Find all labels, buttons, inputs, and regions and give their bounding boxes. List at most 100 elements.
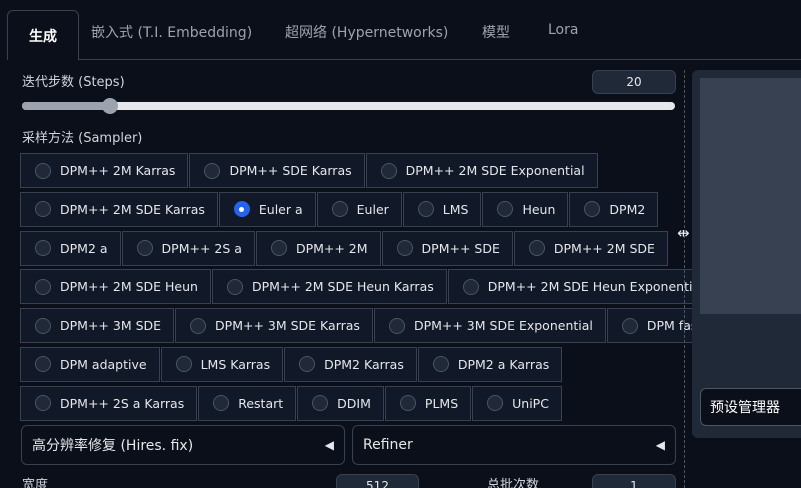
sampler-option[interactable]: DPM++ 2S a bbox=[121, 230, 255, 266]
tab-models[interactable]: 模型 bbox=[482, 22, 510, 42]
tab-generate[interactable]: 生成 bbox=[7, 10, 79, 60]
width-number-input[interactable]: 512 bbox=[336, 474, 419, 488]
sampler-option[interactable]: DPM2 a bbox=[20, 230, 121, 266]
steps-label: 迭代步数 (Steps) bbox=[22, 75, 125, 90]
sampler-option[interactable]: Restart bbox=[198, 385, 297, 421]
hires-fix-accordion[interactable]: 高分辨率修复 (Hires. fix) ◀ bbox=[21, 425, 345, 465]
radio-circle-icon[interactable] bbox=[396, 240, 413, 257]
radio-circle-icon[interactable] bbox=[399, 395, 416, 412]
radio-circle-icon[interactable] bbox=[226, 278, 243, 295]
sampler-option[interactable]: DPM++ SDE bbox=[381, 230, 513, 266]
steps-slider[interactable] bbox=[22, 98, 675, 114]
batch-count-number-input[interactable]: 1 bbox=[592, 474, 676, 488]
radio-circle-icon[interactable] bbox=[462, 278, 479, 295]
steps-slider-thumb[interactable] bbox=[102, 98, 119, 114]
preset-manager-button[interactable]: 预设管理器 bbox=[700, 388, 801, 426]
sampler-option[interactable]: DDIM bbox=[297, 385, 384, 421]
tab-bar: 生成 嵌入式 (T.I. Embedding) 超网络 (Hypernetwor… bbox=[0, 0, 801, 60]
sampler-option-label: DPM2 a Karras bbox=[457, 356, 550, 372]
radio-circle-icon[interactable] bbox=[213, 395, 230, 412]
sampler-option[interactable]: DPM2 a Karras bbox=[417, 346, 563, 382]
radio-circle-icon[interactable] bbox=[35, 162, 51, 179]
batch-count-label: 总批次数 bbox=[487, 478, 540, 488]
radio-circle-icon[interactable] bbox=[380, 162, 397, 179]
sampler-option[interactable]: DPM++ 2M bbox=[255, 230, 381, 266]
radio-circle-icon[interactable] bbox=[233, 201, 250, 218]
sampler-option[interactable]: DPM adaptive bbox=[20, 346, 160, 382]
sampler-option[interactable]: DPM2 bbox=[569, 191, 659, 227]
hires-fix-label: 高分辨率修复 (Hires. fix) bbox=[32, 438, 194, 454]
sampler-option[interactable]: PLMS bbox=[384, 385, 472, 421]
sampler-option-label: DPM++ 2M SDE bbox=[553, 240, 655, 256]
sampler-option[interactable]: DPM++ 3M SDE bbox=[20, 308, 175, 344]
sampler-option[interactable]: Heun bbox=[482, 191, 569, 227]
radio-circle-icon[interactable] bbox=[35, 317, 51, 334]
steps-number-input[interactable]: 20 bbox=[592, 70, 676, 94]
sampler-option[interactable]: DPM++ 3M SDE Karras bbox=[175, 308, 373, 344]
sampler-option[interactable]: DPM++ 2M SDE Heun Exponential bbox=[447, 269, 717, 305]
radio-circle-icon[interactable] bbox=[204, 162, 221, 179]
tab-lora[interactable]: Lora bbox=[548, 22, 578, 38]
sampler-option[interactable]: Euler bbox=[316, 191, 402, 227]
sampler-option-label: PLMS bbox=[424, 395, 459, 411]
sampler-option-label: Restart bbox=[238, 395, 284, 411]
collapse-triangle-left-icon: ◀ bbox=[655, 438, 665, 452]
radio-circle-icon[interactable] bbox=[497, 201, 514, 218]
resize-horizontal-icon[interactable]: ⇹ bbox=[677, 224, 690, 242]
sampler-label: 采样方法 (Sampler) bbox=[22, 131, 143, 146]
radio-circle-icon[interactable] bbox=[136, 240, 153, 257]
sampler-option[interactable]: LMS Karras bbox=[160, 346, 284, 382]
sampler-row: DPM++ 2M Karras DPM++ SDE Karras DPM++ 2M … bbox=[20, 153, 680, 188]
sampler-option[interactable]: Euler a bbox=[218, 191, 316, 227]
sampler-option-label: DPM++ 2S a Karras bbox=[60, 395, 185, 411]
collapse-triangle-left-icon: ◀ bbox=[324, 438, 334, 452]
sampler-option-label: DPM++ 3M SDE bbox=[60, 318, 162, 334]
sampler-option[interactable]: DPM++ 2M SDE Exponential bbox=[365, 153, 598, 188]
radio-circle-icon[interactable] bbox=[331, 201, 348, 218]
sampler-option[interactable]: DPM++ 2S a Karras bbox=[20, 385, 198, 421]
sampler-option-label: DPM2 Karras bbox=[324, 356, 404, 372]
radio-circle-icon[interactable] bbox=[270, 240, 287, 257]
tab-textual-inversion[interactable]: 嵌入式 (T.I. Embedding) bbox=[91, 22, 252, 42]
sampler-option-label: DPM++ 2S a bbox=[161, 240, 242, 256]
sampler-option-label: DPM++ 2M Karras bbox=[60, 163, 176, 178]
refiner-accordion[interactable]: Refiner ◀ bbox=[352, 425, 676, 465]
radio-circle-icon[interactable] bbox=[35, 278, 51, 295]
sampler-option[interactable]: DPM++ 3M SDE Exponential bbox=[373, 308, 606, 344]
sampler-option-label: Euler a bbox=[258, 201, 303, 217]
radio-circle-icon[interactable] bbox=[35, 240, 51, 257]
sampler-option[interactable]: DPM++ 2M SDE Karras bbox=[20, 191, 218, 227]
sampler-option-label: LMS Karras bbox=[200, 356, 271, 372]
radio-circle-icon[interactable] bbox=[528, 240, 545, 257]
sampler-option[interactable]: LMS bbox=[402, 191, 482, 227]
sampler-option-label: DPM++ 3M SDE Exponential bbox=[413, 318, 593, 334]
radio-circle-icon[interactable] bbox=[35, 201, 51, 218]
sampler-option-label: DPM2 bbox=[609, 201, 646, 217]
sampler-option[interactable]: UniPC bbox=[472, 385, 562, 421]
sampler-option-label: DPM2 a bbox=[60, 240, 108, 256]
sampler-option[interactable]: DPM++ 2M SDE bbox=[513, 230, 668, 266]
panel-resize-divider[interactable] bbox=[684, 70, 685, 488]
radio-circle-icon[interactable] bbox=[388, 317, 405, 334]
radio-circle-icon[interactable] bbox=[584, 201, 601, 218]
radio-circle-icon[interactable] bbox=[35, 356, 51, 373]
sampler-row: DPM++ 3M SDE DPM++ 3M SDE Karras DPM++ 3M … bbox=[20, 308, 716, 344]
sampler-option[interactable]: DPM++ SDE Karras bbox=[189, 153, 365, 188]
sampler-option[interactable]: DPM++ 2M SDE Heun Karras bbox=[211, 269, 447, 305]
radio-circle-icon[interactable] bbox=[175, 356, 192, 373]
sampler-option-label: DPM++ 2M SDE Karras bbox=[60, 201, 205, 217]
tab-hypernetworks[interactable]: 超网络 (Hypernetworks) bbox=[285, 22, 448, 42]
radio-circle-icon[interactable] bbox=[432, 356, 449, 373]
sampler-row: DPM++ 2S a Karras Restart DDIM PLMS UniPC bbox=[20, 385, 680, 421]
radio-circle-icon[interactable] bbox=[190, 317, 207, 334]
radio-circle-icon[interactable] bbox=[299, 356, 316, 373]
sampler-option[interactable]: DPM2 Karras bbox=[284, 346, 417, 382]
radio-circle-icon[interactable] bbox=[417, 201, 434, 218]
radio-circle-icon[interactable] bbox=[35, 395, 51, 412]
radio-circle-icon[interactable] bbox=[621, 317, 638, 334]
sampler-option[interactable]: DPM++ 2M SDE Heun bbox=[20, 269, 211, 305]
radio-circle-icon[interactable] bbox=[312, 395, 329, 412]
radio-circle-icon[interactable] bbox=[487, 395, 504, 412]
sampler-option-label: DPM++ SDE bbox=[421, 240, 500, 256]
sampler-option[interactable]: DPM++ 2M Karras bbox=[20, 153, 189, 188]
